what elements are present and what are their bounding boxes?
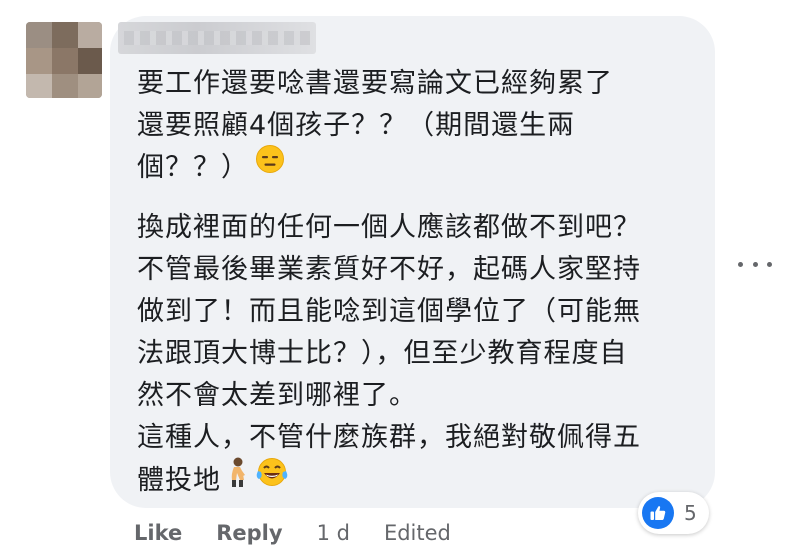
- timestamp-link[interactable]: 1 d: [317, 521, 350, 545]
- comment-screenshot: 要工作還要唸書還要寫論文已經夠累了 還要照顧4個孩子？？（期間還生兩 個？？） …: [0, 0, 800, 551]
- comment-line: 這種人，不管什麼族群，我絕對敬佩得五: [137, 422, 641, 453]
- comment-line-with-emoji: 體投地: [137, 456, 707, 504]
- comment-line-with-emoji: 個？？）: [137, 144, 707, 190]
- dot: [752, 261, 758, 267]
- tears-of-joy-icon: [255, 457, 289, 500]
- comment-line: 要工作還要唸書還要寫論文已經夠累了: [137, 68, 613, 99]
- like-button[interactable]: Like: [134, 521, 182, 545]
- comment-line: 做到了！而且能唸到這個學位了（可能無: [137, 296, 641, 327]
- more-options-icon[interactable]: [738, 254, 772, 274]
- expressionless-face-icon: [255, 144, 285, 187]
- reaction-count: 5: [684, 501, 697, 525]
- comment-line: 體投地: [137, 465, 221, 496]
- thumbs-up-icon: [642, 497, 674, 529]
- comment-line: 還要照顧4個孩子？？（期間還生兩: [137, 110, 576, 141]
- edited-label[interactable]: Edited: [384, 521, 451, 545]
- comment-line: 不管最後畢業素質好不好，起碼人家堅持: [137, 254, 641, 285]
- comment-actions: Like Reply 1 d Edited: [134, 516, 451, 550]
- dot: [767, 261, 772, 267]
- dot: [738, 261, 743, 267]
- reaction-summary[interactable]: 5: [638, 492, 709, 534]
- avatar[interactable]: [26, 22, 102, 98]
- author-name-redacted[interactable]: [118, 22, 316, 54]
- reply-button[interactable]: Reply: [216, 521, 282, 545]
- comment-line: 換成裡面的任何一個人應該都做不到吧？: [137, 212, 641, 243]
- person-bowing-icon: [223, 456, 251, 501]
- comment-line: 個？？）: [137, 152, 249, 183]
- comment-line: 然不會太差到哪裡了。: [137, 380, 417, 411]
- comment-line: 法跟頂大博士比？），但至少教育程度自: [137, 338, 628, 369]
